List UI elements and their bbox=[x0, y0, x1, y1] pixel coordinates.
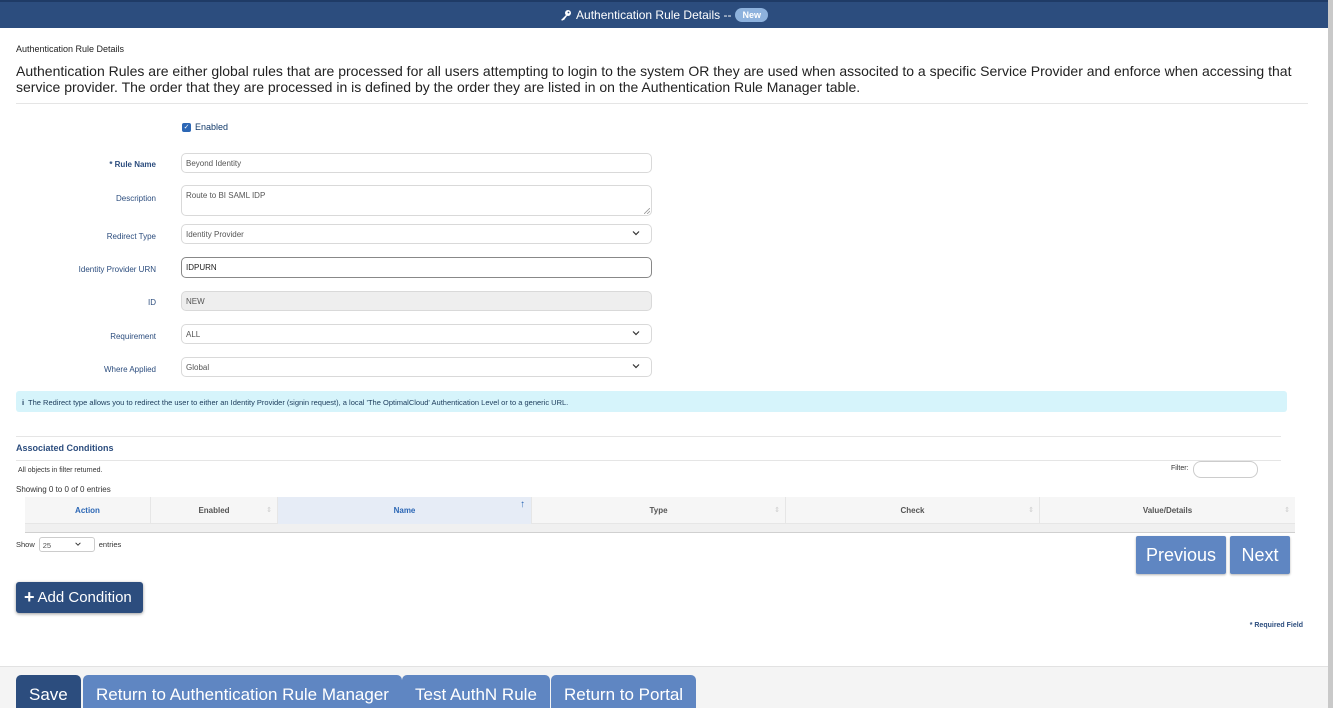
page-length-select[interactable]: 25 bbox=[38, 537, 95, 552]
filter-label: Filter: bbox=[1171, 465, 1189, 472]
page-length-value: 25 bbox=[42, 541, 52, 550]
column-header-type[interactable]: Type ⇕ bbox=[532, 497, 786, 524]
where-applied-label: Where Applied bbox=[103, 365, 156, 374]
test-authn-rule-button[interactable]: Test AuthN Rule bbox=[402, 675, 550, 708]
idp-urn-label: Identity Provider URN bbox=[78, 265, 156, 274]
info-text: The Redirect type allows you to redirect… bbox=[28, 398, 569, 407]
sort-icon: ⇕ bbox=[774, 507, 780, 514]
show-label: Show bbox=[16, 540, 35, 549]
chevron-down-icon bbox=[632, 364, 640, 369]
entries-label: entries bbox=[98, 540, 122, 549]
save-button[interactable]: Save bbox=[16, 675, 81, 708]
previous-button[interactable]: Previous bbox=[1136, 536, 1226, 574]
scrollbar[interactable] bbox=[1328, 0, 1333, 708]
redirect-type-value: Identity Provider bbox=[186, 230, 244, 239]
rule-name-label: * Rule Name bbox=[109, 160, 156, 169]
filter-note: All objects in filter returned. bbox=[18, 467, 103, 474]
enabled-checkbox[interactable]: ✓ bbox=[182, 122, 191, 132]
add-condition-label: Add Condition bbox=[37, 589, 132, 606]
divider bbox=[16, 103, 1308, 104]
id-input: NEW bbox=[181, 291, 652, 311]
sort-ascending-icon: ↑ bbox=[520, 499, 525, 510]
app-frame: Authentication Rule Details -- New Authe… bbox=[0, 0, 1333, 708]
return-to-portal-button[interactable]: Return to Portal bbox=[551, 675, 697, 708]
rule-name-input[interactable]: Beyond Identity bbox=[181, 153, 652, 173]
redirect-type-select[interactable]: Identity Provider bbox=[181, 224, 652, 244]
divider bbox=[16, 436, 1281, 437]
column-header-check[interactable]: Check ⇕ bbox=[786, 497, 1040, 524]
description-value: Route to BI SAML IDP bbox=[186, 191, 266, 200]
section-label: Authentication Rule Details bbox=[16, 44, 125, 54]
plus-icon: + bbox=[24, 587, 35, 607]
where-applied-value: Global bbox=[186, 363, 210, 372]
column-header-value-details[interactable]: Value/Details ⇕ bbox=[1040, 497, 1295, 524]
next-button[interactable]: Next bbox=[1230, 536, 1290, 574]
requirement-select[interactable]: ALL bbox=[181, 324, 652, 344]
info-icon: i bbox=[22, 398, 25, 407]
required-field-note: * Required Field bbox=[1249, 622, 1303, 629]
return-to-rule-manager-button[interactable]: Return to Authentication Rule Manager bbox=[83, 675, 402, 708]
window-title: Authentication Rule Details -- bbox=[576, 8, 732, 22]
enabled-toggle[interactable]: ✓ Enabled bbox=[182, 122, 228, 132]
column-header-name[interactable]: Name ↑ bbox=[278, 497, 532, 524]
requirement-label: Requirement bbox=[110, 332, 156, 341]
chevron-down-icon bbox=[632, 331, 640, 336]
add-condition-button[interactable]: + Add Condition bbox=[16, 582, 143, 613]
column-header-enabled[interactable]: Enabled ⇕ bbox=[151, 497, 278, 524]
divider bbox=[16, 460, 1281, 461]
redirect-type-label: Redirect Type bbox=[106, 232, 156, 241]
sort-icon: ⇕ bbox=[1284, 507, 1290, 514]
conditions-table-header: Action Enabled ⇕ Name ↑ Type ⇕ Check ⇕ Value… bbox=[25, 497, 1295, 524]
enabled-label: Enabled bbox=[195, 122, 229, 132]
showing-entries: Showing 0 to 0 of 0 entries bbox=[16, 485, 111, 494]
key-icon bbox=[561, 10, 572, 21]
chevron-down-icon bbox=[75, 542, 81, 546]
info-alert: i The Redirect type allows you to redire… bbox=[16, 391, 1287, 412]
intro-text: Authentication Rules are either global r… bbox=[16, 63, 1292, 95]
id-label: ID bbox=[148, 298, 156, 307]
sort-icon: ⇕ bbox=[1028, 507, 1034, 514]
new-badge: New bbox=[735, 8, 768, 22]
title-bar: Authentication Rule Details -- New bbox=[0, 0, 1328, 28]
description-label: Description bbox=[115, 194, 156, 203]
requirement-value: ALL bbox=[186, 330, 201, 339]
description-textarea[interactable]: Route to BI SAML IDP bbox=[181, 185, 652, 216]
resize-handle-icon[interactable] bbox=[644, 208, 650, 214]
idp-urn-input[interactable]: IDPURN bbox=[181, 257, 652, 278]
chevron-down-icon bbox=[632, 231, 640, 236]
sort-icon: ⇕ bbox=[266, 507, 272, 514]
column-header-action[interactable]: Action bbox=[25, 497, 151, 524]
page-length-control: Show 25 entries bbox=[16, 537, 121, 552]
associated-conditions-title: Associated Conditions bbox=[16, 443, 114, 453]
where-applied-select[interactable]: Global bbox=[181, 357, 652, 377]
conditions-table-body bbox=[25, 524, 1295, 533]
filter-input[interactable] bbox=[1193, 461, 1258, 478]
